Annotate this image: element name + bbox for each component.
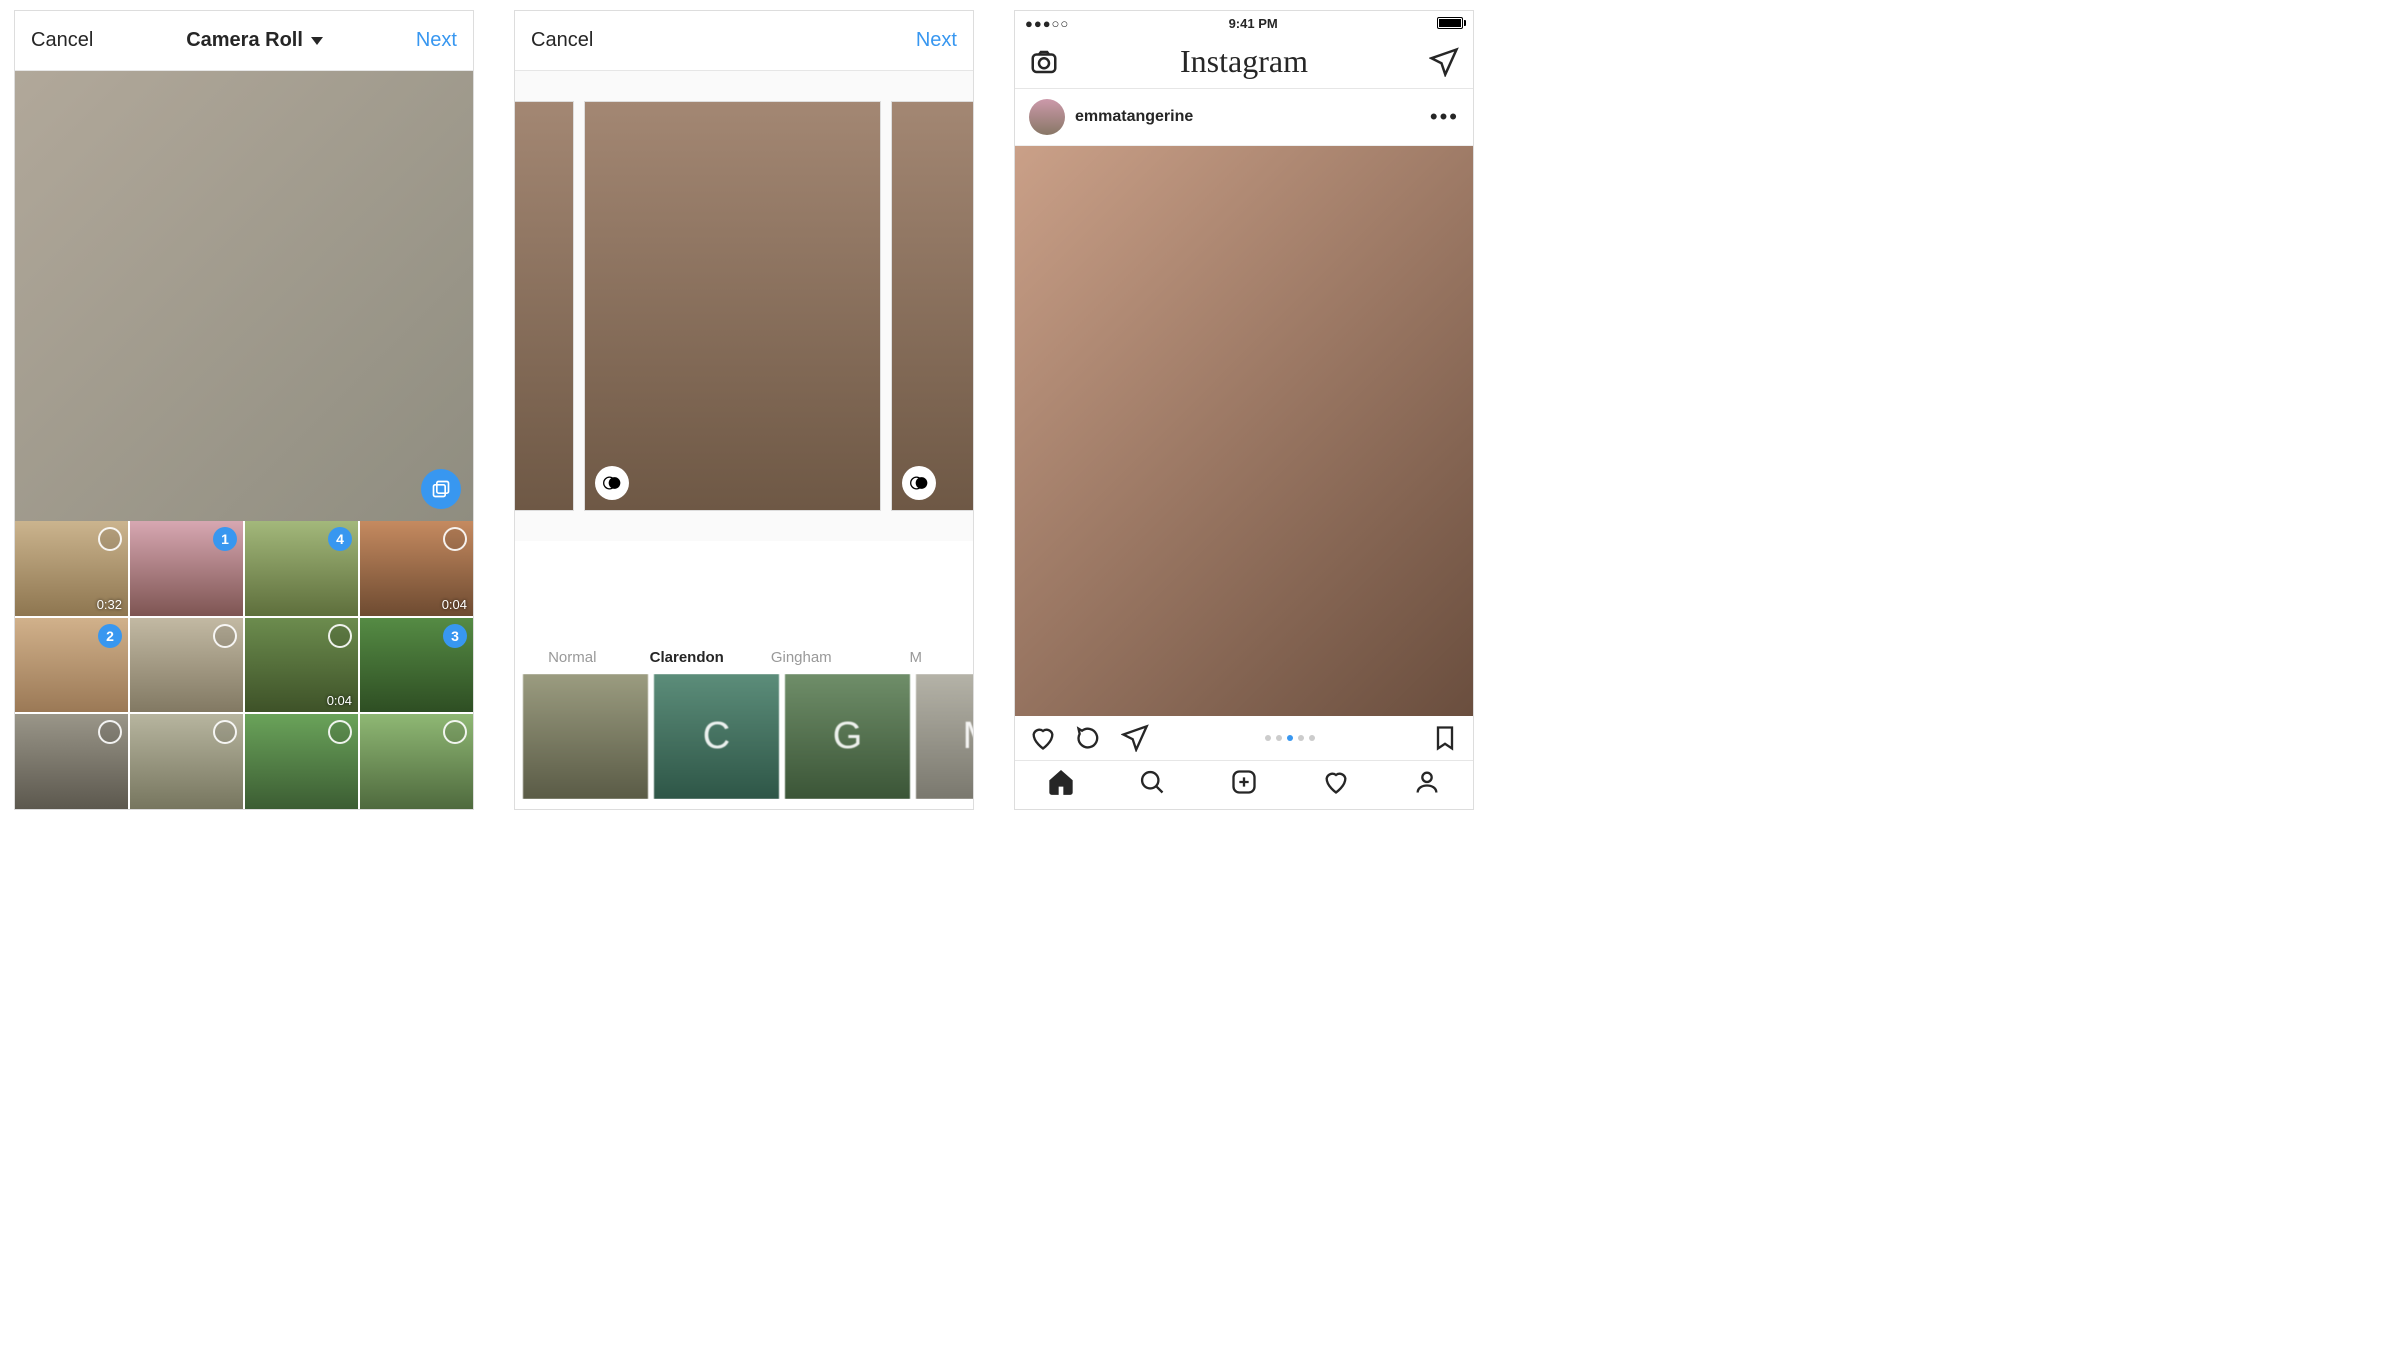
per-photo-filter-button[interactable] bbox=[595, 466, 629, 500]
tab-new-post[interactable] bbox=[1230, 768, 1258, 801]
direct-icon[interactable] bbox=[1429, 47, 1459, 77]
filter-label[interactable]: Normal bbox=[515, 649, 630, 666]
filter-thumbnail[interactable]: M bbox=[916, 674, 973, 799]
signal-icon: ●●●○○ bbox=[1025, 16, 1069, 31]
pager-dot bbox=[1287, 735, 1293, 741]
grid-thumbnail[interactable] bbox=[360, 714, 473, 809]
tab-profile[interactable] bbox=[1413, 768, 1441, 801]
tab-bar bbox=[1015, 760, 1473, 809]
video-duration: 0:04 bbox=[442, 597, 467, 612]
share-icon[interactable] bbox=[1121, 724, 1149, 752]
grid-thumbnail[interactable]: 4 bbox=[245, 521, 358, 616]
screen-camera-roll: Cancel Camera Roll Next 0:32 1 4 0:04 2 0:04 3 bbox=[14, 10, 474, 810]
chevron-down-icon bbox=[311, 37, 323, 45]
grid-thumbnail[interactable] bbox=[130, 618, 243, 713]
app-logo: Instagram bbox=[1180, 43, 1308, 80]
photo-grid: 0:32 1 4 0:04 2 0:04 3 bbox=[15, 521, 473, 809]
selection-ring bbox=[328, 624, 352, 648]
album-title: Camera Roll bbox=[186, 29, 303, 52]
selection-ring bbox=[98, 720, 122, 744]
filter-thumbnail[interactable]: C bbox=[654, 674, 779, 799]
filter-thumbnail[interactable] bbox=[523, 674, 648, 799]
tab-activity[interactable] bbox=[1322, 768, 1350, 801]
screen-filter-editor: Cancel Next NormalClarendonGinghamM CGM bbox=[514, 10, 974, 810]
filter-label[interactable]: Clarendon bbox=[630, 649, 745, 666]
grid-thumbnail[interactable]: 0:04 bbox=[245, 618, 358, 713]
tab-home[interactable] bbox=[1047, 768, 1075, 801]
grid-thumbnail[interactable]: 0:32 bbox=[15, 521, 128, 616]
carousel-editor[interactable] bbox=[515, 71, 973, 541]
camera-icon[interactable] bbox=[1029, 47, 1059, 77]
selection-ring bbox=[213, 624, 237, 648]
grid-thumbnail[interactable] bbox=[245, 714, 358, 809]
post-actions bbox=[1015, 716, 1473, 760]
selection-badge: 2 bbox=[98, 624, 122, 648]
selection-badge: 1 bbox=[213, 527, 237, 551]
filter-thumbnail[interactable]: G bbox=[785, 674, 910, 799]
filter-strip: NormalClarendonGinghamM CGM bbox=[515, 541, 973, 809]
app-header: Instagram bbox=[1015, 36, 1473, 89]
navbar: Cancel Next bbox=[515, 11, 973, 71]
post-options-button[interactable]: ••• bbox=[1430, 104, 1459, 130]
selection-ring bbox=[98, 527, 122, 551]
post-header: emmatangerine ••• bbox=[1015, 89, 1473, 146]
status-time: 9:41 PM bbox=[1229, 16, 1278, 31]
filter-label[interactable]: Gingham bbox=[744, 649, 859, 666]
multi-select-button[interactable] bbox=[421, 469, 461, 509]
filter-labels: NormalClarendonGinghamM bbox=[515, 649, 973, 666]
grid-thumbnail[interactable] bbox=[15, 714, 128, 809]
username[interactable]: emmatangerine bbox=[1075, 108, 1193, 126]
battery-icon bbox=[1437, 17, 1463, 29]
pager-dot bbox=[1265, 735, 1271, 741]
grid-thumbnail[interactable]: 0:04 bbox=[360, 521, 473, 616]
photo-slide[interactable] bbox=[584, 101, 882, 511]
screen-feed: ●●●○○ 9:41 PM Instagram emmatangerine ••… bbox=[1014, 10, 1474, 810]
cancel-button[interactable]: Cancel bbox=[31, 29, 93, 52]
next-button[interactable]: Next bbox=[916, 29, 957, 52]
selection-badge: 4 bbox=[328, 527, 352, 551]
cancel-button[interactable]: Cancel bbox=[531, 29, 593, 52]
pager-dot bbox=[1276, 735, 1282, 741]
post-image[interactable] bbox=[1015, 146, 1473, 716]
grid-thumbnail[interactable]: 3 bbox=[360, 618, 473, 713]
carousel-pager bbox=[1265, 735, 1315, 741]
tab-search[interactable] bbox=[1138, 768, 1166, 801]
selection-ring bbox=[443, 720, 467, 744]
selection-badge: 3 bbox=[443, 624, 467, 648]
filter-label[interactable]: M bbox=[859, 649, 974, 666]
navbar: Cancel Camera Roll Next bbox=[15, 11, 473, 71]
next-button[interactable]: Next bbox=[416, 29, 457, 52]
selection-ring bbox=[443, 527, 467, 551]
album-picker[interactable]: Camera Roll bbox=[186, 29, 323, 52]
selection-ring bbox=[213, 720, 237, 744]
grid-thumbnail[interactable] bbox=[130, 714, 243, 809]
grid-thumbnail[interactable]: 2 bbox=[15, 618, 128, 713]
venn-icon bbox=[909, 473, 929, 493]
selection-ring bbox=[328, 720, 352, 744]
photo-slide[interactable] bbox=[515, 101, 574, 511]
video-duration: 0:32 bbox=[97, 597, 122, 612]
video-duration: 0:04 bbox=[327, 693, 352, 708]
like-icon[interactable] bbox=[1029, 724, 1057, 752]
status-bar: ●●●○○ 9:41 PM bbox=[1015, 11, 1473, 36]
bookmark-icon[interactable] bbox=[1431, 724, 1459, 752]
stack-icon bbox=[431, 479, 451, 499]
pager-dot bbox=[1298, 735, 1304, 741]
comment-icon[interactable] bbox=[1075, 724, 1103, 752]
filter-thumbnails: CGM bbox=[515, 674, 973, 799]
avatar[interactable] bbox=[1029, 99, 1065, 135]
photo-slide[interactable] bbox=[891, 101, 973, 511]
per-photo-filter-button[interactable] bbox=[902, 466, 936, 500]
grid-thumbnail[interactable]: 1 bbox=[130, 521, 243, 616]
venn-icon bbox=[602, 473, 622, 493]
selected-photo-preview[interactable] bbox=[15, 71, 473, 521]
pager-dot bbox=[1309, 735, 1315, 741]
